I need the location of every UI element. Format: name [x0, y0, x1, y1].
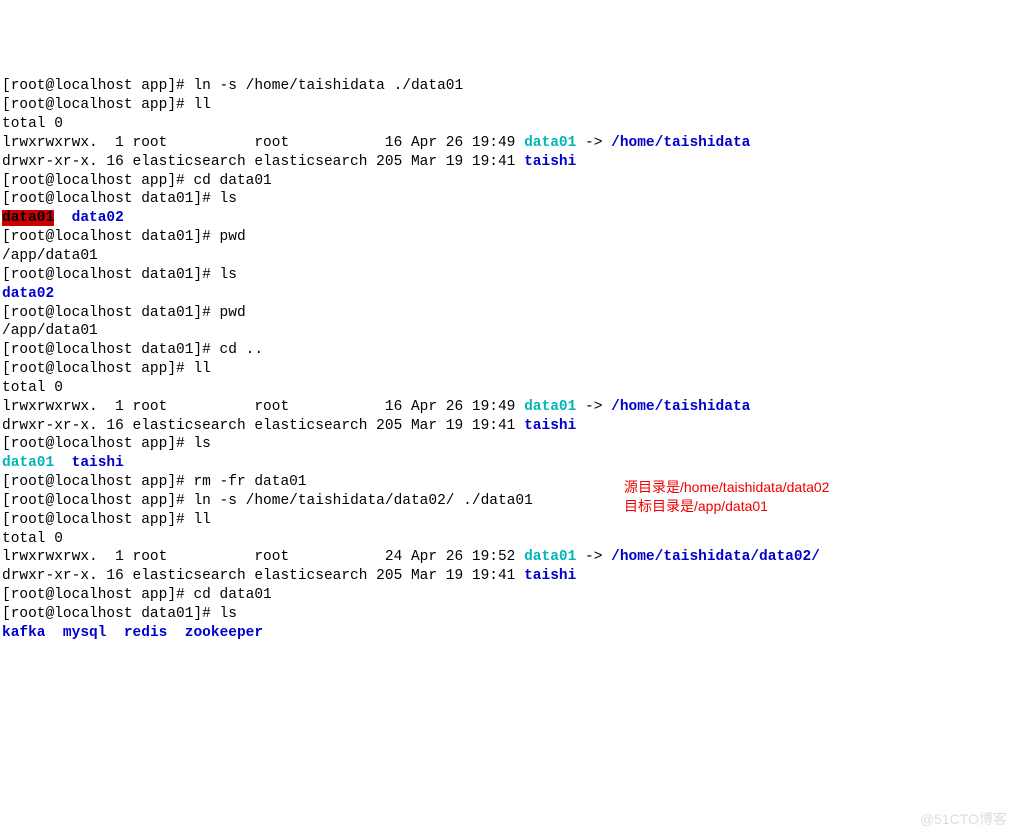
- terminal-line: data01 data02: [2, 209, 1015, 228]
- terminal-line: [root@localhost app]# ll: [2, 511, 1015, 530]
- terminal-line: kafka mysql redis zookeeper: [2, 624, 1015, 643]
- watermark: @51CTO博客: [920, 810, 1007, 828]
- terminal-line: [root@localhost data01]# ls: [2, 190, 1015, 209]
- annotation-source-dir: 源目录是/home/taishidata/data02: [624, 478, 829, 496]
- annotation-target-dir: 目标目录是/app/data01: [624, 497, 768, 515]
- terminal-line: [root@localhost data01]# cd ..: [2, 341, 1015, 360]
- terminal-line: [root@localhost data01]# pwd: [2, 228, 1015, 247]
- terminal-line: [root@localhost app]# ls: [2, 435, 1015, 454]
- terminal-line: drwxr-xr-x. 16 elasticsearch elasticsear…: [2, 567, 1015, 586]
- terminal-output: [root@localhost app]# ln -s /home/taishi…: [2, 77, 1015, 642]
- terminal-line: [root@localhost app]# rm -fr data01: [2, 473, 1015, 492]
- terminal-line: data01 taishi: [2, 454, 1015, 473]
- terminal-line: lrwxrwxrwx. 1 root root 16 Apr 26 19:49 …: [2, 134, 1015, 153]
- terminal-line: [root@localhost data01]# ls: [2, 266, 1015, 285]
- terminal-line: [root@localhost app]# ln -s /home/taishi…: [2, 492, 1015, 511]
- terminal-line: total 0: [2, 530, 1015, 549]
- terminal-line: /app/data01: [2, 247, 1015, 266]
- terminal-line: [root@localhost app]# cd data01: [2, 172, 1015, 191]
- terminal-line: [root@localhost app]# ln -s /home/taishi…: [2, 77, 1015, 96]
- terminal-line: lrwxrwxrwx. 1 root root 24 Apr 26 19:52 …: [2, 548, 1015, 567]
- terminal-line: [root@localhost data01]# pwd: [2, 304, 1015, 323]
- terminal-line: /app/data01: [2, 322, 1015, 341]
- terminal-line: lrwxrwxrwx. 1 root root 16 Apr 26 19:49 …: [2, 398, 1015, 417]
- terminal-line: total 0: [2, 379, 1015, 398]
- terminal-line: [root@localhost app]# ll: [2, 360, 1015, 379]
- terminal-line: drwxr-xr-x. 16 elasticsearch elasticsear…: [2, 153, 1015, 172]
- terminal-line: drwxr-xr-x. 16 elasticsearch elasticsear…: [2, 417, 1015, 436]
- terminal-line: [root@localhost app]# ll: [2, 96, 1015, 115]
- terminal-line: data02: [2, 285, 1015, 304]
- terminal-line: total 0: [2, 115, 1015, 134]
- terminal-line: [root@localhost app]# cd data01: [2, 586, 1015, 605]
